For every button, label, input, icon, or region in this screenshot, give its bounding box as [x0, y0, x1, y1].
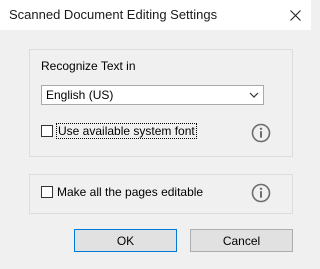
editable-pages-group: Make all the pages editable — [29, 174, 293, 214]
close-button[interactable] — [279, 0, 311, 30]
info-icon[interactable] — [251, 183, 271, 203]
cancel-button[interactable]: Cancel — [190, 229, 293, 252]
make-all-pages-editable-checkbox[interactable] — [41, 186, 53, 198]
ok-button[interactable]: OK — [74, 229, 177, 252]
chevron-down-icon — [249, 92, 259, 98]
use-system-font-label[interactable]: Use available system font — [56, 123, 197, 139]
recognize-text-label: Recognize Text in — [41, 59, 136, 73]
language-select[interactable]: English (US) — [41, 85, 264, 105]
use-system-font-checkbox[interactable] — [41, 125, 53, 137]
language-select-value: English (US) — [46, 88, 114, 102]
info-icon[interactable] — [251, 123, 271, 143]
title-bar: Scanned Document Editing Settings — [0, 0, 311, 30]
dialog-title: Scanned Document Editing Settings — [9, 7, 218, 22]
make-all-pages-editable-label[interactable]: Make all the pages editable — [57, 185, 203, 199]
recognize-text-group: Recognize Text in English (US) Use avail… — [29, 49, 293, 157]
close-icon — [289, 9, 301, 21]
